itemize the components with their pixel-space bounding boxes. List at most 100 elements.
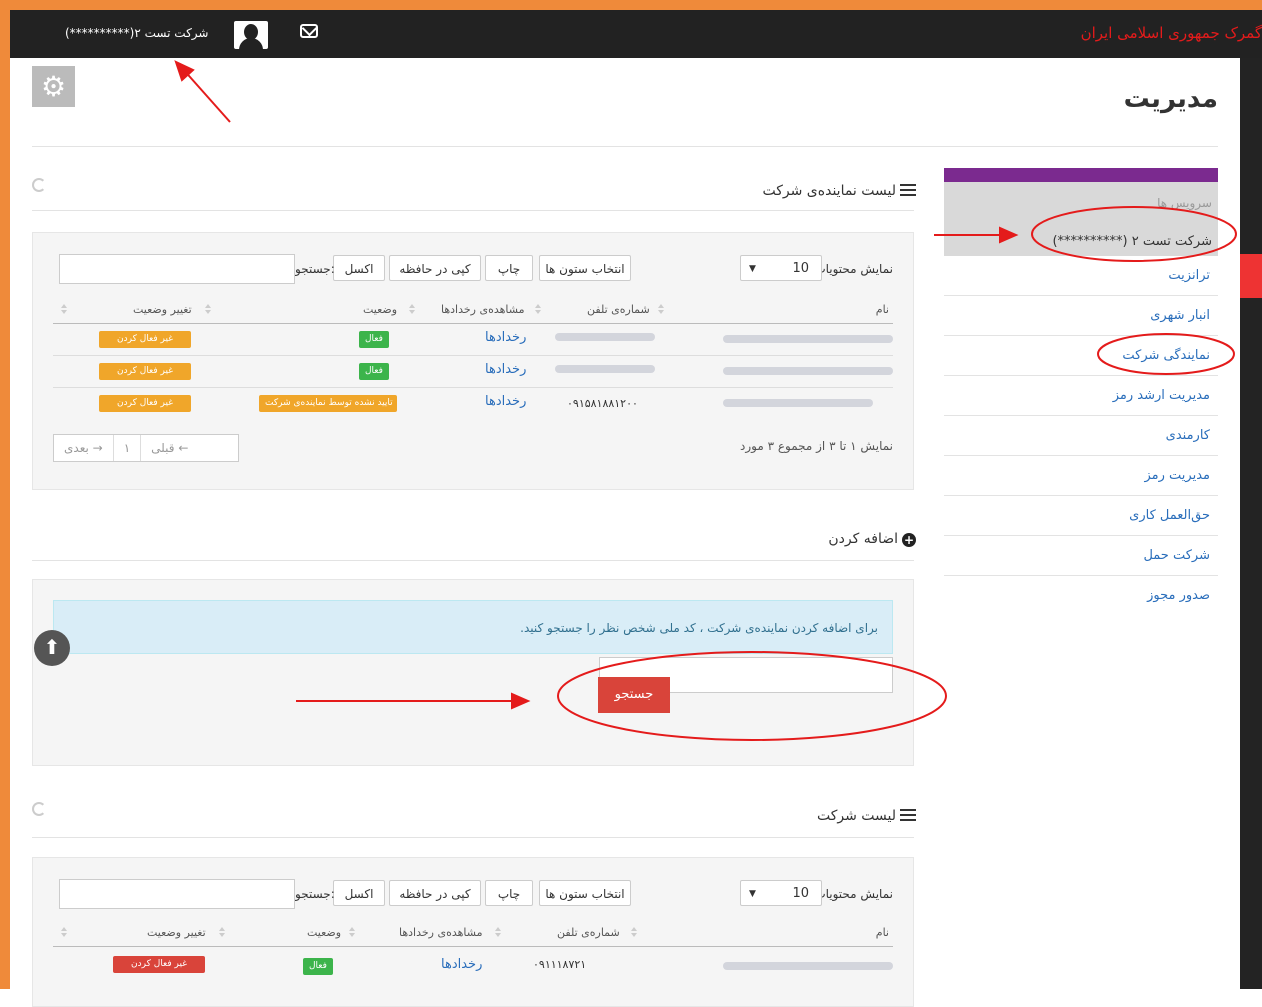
print-button[interactable]: چاپ: [485, 880, 533, 906]
next-page-button[interactable]: بعدی →: [54, 435, 114, 461]
col-header-status[interactable]: وضعیت: [307, 926, 341, 939]
brand-title[interactable]: گمرک جمهوری اسلامی ایران: [1081, 24, 1262, 42]
redacted-name: [723, 367, 893, 375]
sidebar-active-label: شرکت تست ۲ (**********): [1052, 234, 1212, 249]
deactivate-button[interactable]: غیر فعال کردن: [99, 363, 191, 380]
sort-icon[interactable]: [409, 304, 415, 314]
sort-icon[interactable]: [219, 927, 225, 937]
section-title-add: +اضافه کردن: [828, 531, 916, 547]
page-1-button[interactable]: ۱: [114, 435, 142, 461]
page-size-select[interactable]: ▼ 10: [740, 255, 822, 281]
sort-icon[interactable]: [658, 304, 664, 314]
sidebar-item-representation[interactable]: نمایندگی شرکت: [944, 336, 1218, 376]
sort-icon[interactable]: [61, 304, 67, 314]
section-divider: [32, 210, 914, 211]
sidebar-item-brokerage[interactable]: حق‌العمل کاری: [944, 496, 1218, 536]
events-link[interactable]: رخدادها: [485, 362, 526, 377]
excel-button[interactable]: اکسل: [333, 880, 385, 906]
sort-icon[interactable]: [495, 927, 501, 937]
col-header-name[interactable]: نام: [876, 303, 889, 316]
list-icon: [900, 184, 916, 196]
deactivate-button[interactable]: غیر فعال کردن: [99, 331, 191, 348]
col-header-status[interactable]: وضعیت: [363, 303, 397, 316]
col-header-phone[interactable]: شماره‌ی تلفن: [557, 926, 620, 939]
deactivate-button[interactable]: غیر فعال کردن: [113, 956, 205, 973]
refresh-icon[interactable]: [32, 178, 46, 192]
sort-icon[interactable]: [205, 304, 211, 314]
section-title-companies: لیست شرکت: [817, 808, 916, 824]
sidebar-services-label: سرویس ها: [1157, 196, 1212, 210]
table-search-input[interactable]: [59, 879, 295, 909]
title-divider: [32, 146, 1218, 147]
search-label: جستجو:: [295, 262, 335, 276]
envelope-icon[interactable]: [300, 24, 318, 38]
settings-gear-icon[interactable]: ⚙: [32, 66, 75, 107]
status-badge: فعال: [359, 331, 389, 348]
sidebar-item-transit[interactable]: ترانزیت: [944, 256, 1218, 296]
page-title: مدیریت: [1123, 84, 1218, 114]
add-representative-panel: برای اضافه کردن نماینده‌ی شرکت ، کد ملی …: [32, 579, 914, 766]
events-link[interactable]: رخدادها: [441, 957, 482, 972]
select-columns-button[interactable]: انتخاب ستون ها: [539, 255, 631, 281]
redacted-phone: [555, 365, 655, 373]
sidebar-item-warehouse[interactable]: انبار شهری: [944, 296, 1218, 336]
events-link[interactable]: رخدادها: [485, 330, 526, 345]
select-columns-button[interactable]: انتخاب ستون ها: [539, 880, 631, 906]
sidebar-active-company[interactable]: سرویس ها شرکت تست ۲ (**********): [944, 182, 1218, 256]
col-header-change-status[interactable]: تغییر وضعیت: [147, 926, 206, 939]
search-button[interactable]: جستجو: [598, 677, 670, 713]
plus-circle-icon: +: [902, 533, 916, 547]
phone-cell: ۰۹۱۱۱۸۷۲۱: [533, 958, 587, 971]
col-header-events[interactable]: مشاهده‌ی رخدادها: [441, 303, 525, 316]
sidebar-item-employee[interactable]: کارمندی: [944, 416, 1218, 456]
col-header-events[interactable]: مشاهده‌ی رخدادها: [399, 926, 483, 939]
row-divider: [53, 387, 893, 388]
info-alert: برای اضافه کردن نماینده‌ی شرکت ، کد ملی …: [53, 600, 893, 654]
sort-icon[interactable]: [349, 927, 355, 937]
sidebar-item-senior-password[interactable]: مدیریت ارشد رمز: [944, 376, 1218, 416]
sidebar-accent-bar: [944, 168, 1218, 182]
header-underline: [53, 946, 893, 947]
panel-toggle-tab[interactable]: [1240, 254, 1262, 298]
sidebar-item-password[interactable]: مدیریت رمز: [944, 456, 1218, 496]
scroll-to-top-icon[interactable]: ⬆: [34, 630, 70, 666]
redacted-phone: [555, 333, 655, 341]
sidebar-item-carrier[interactable]: شرکت حمل: [944, 536, 1218, 576]
status-badge: فعال: [303, 958, 333, 975]
show-entries-label: نمایش محتویات: [814, 262, 893, 276]
redacted-name: [723, 962, 893, 970]
copy-button[interactable]: کپی در حافظه: [389, 255, 481, 281]
excel-button[interactable]: اکسل: [333, 255, 385, 281]
copy-button[interactable]: کپی در حافظه: [389, 880, 481, 906]
search-label: جستجو:: [295, 887, 335, 901]
companies-panel: نمایش محتویات ▼ 10 انتخاب ستون ها چاپ کپ…: [32, 857, 914, 1007]
col-header-change-status[interactable]: تغییر وضعیت: [133, 303, 192, 316]
sort-icon[interactable]: [535, 304, 541, 314]
redacted-name: [723, 335, 893, 343]
pagination: بعدی → ۱ قبلی ←: [53, 434, 239, 462]
section-divider: [32, 837, 914, 838]
sort-icon[interactable]: [61, 927, 67, 937]
events-link[interactable]: رخدادها: [485, 394, 526, 409]
print-button[interactable]: چاپ: [485, 255, 533, 281]
sort-icon[interactable]: [631, 927, 637, 937]
user-avatar-icon[interactable]: [234, 21, 268, 49]
show-entries-label: نمایش محتویات: [814, 887, 893, 901]
section-title-representatives: لیست نماینده‌ی شرکت: [762, 183, 916, 199]
user-company-label[interactable]: شرکت تست ۲(**********): [65, 26, 208, 40]
col-header-name[interactable]: نام: [876, 926, 889, 939]
row-divider: [53, 355, 893, 356]
col-header-phone[interactable]: شماره‌ی تلفن: [587, 303, 650, 316]
phone-cell: ۰۹۱۵۸۱۸۸۱۲۰۰: [567, 397, 638, 410]
deactivate-button[interactable]: غیر فعال کردن: [99, 395, 191, 412]
list-icon: [900, 809, 916, 821]
top-navbar: گمرک جمهوری اسلامی ایران شرکت تست ۲(****…: [10, 10, 1262, 58]
redacted-name: [723, 399, 873, 407]
prev-page-button[interactable]: قبلی ←: [141, 435, 198, 461]
table-search-input[interactable]: [59, 254, 295, 284]
refresh-icon[interactable]: [32, 802, 46, 816]
page-size-select[interactable]: ▼ 10: [740, 880, 822, 906]
section-divider: [32, 560, 914, 561]
sidebar-item-permit[interactable]: صدور مجوز: [944, 576, 1218, 615]
table-info: نمایش ۱ تا ۳ از مجموع ۳ مورد: [739, 439, 893, 453]
